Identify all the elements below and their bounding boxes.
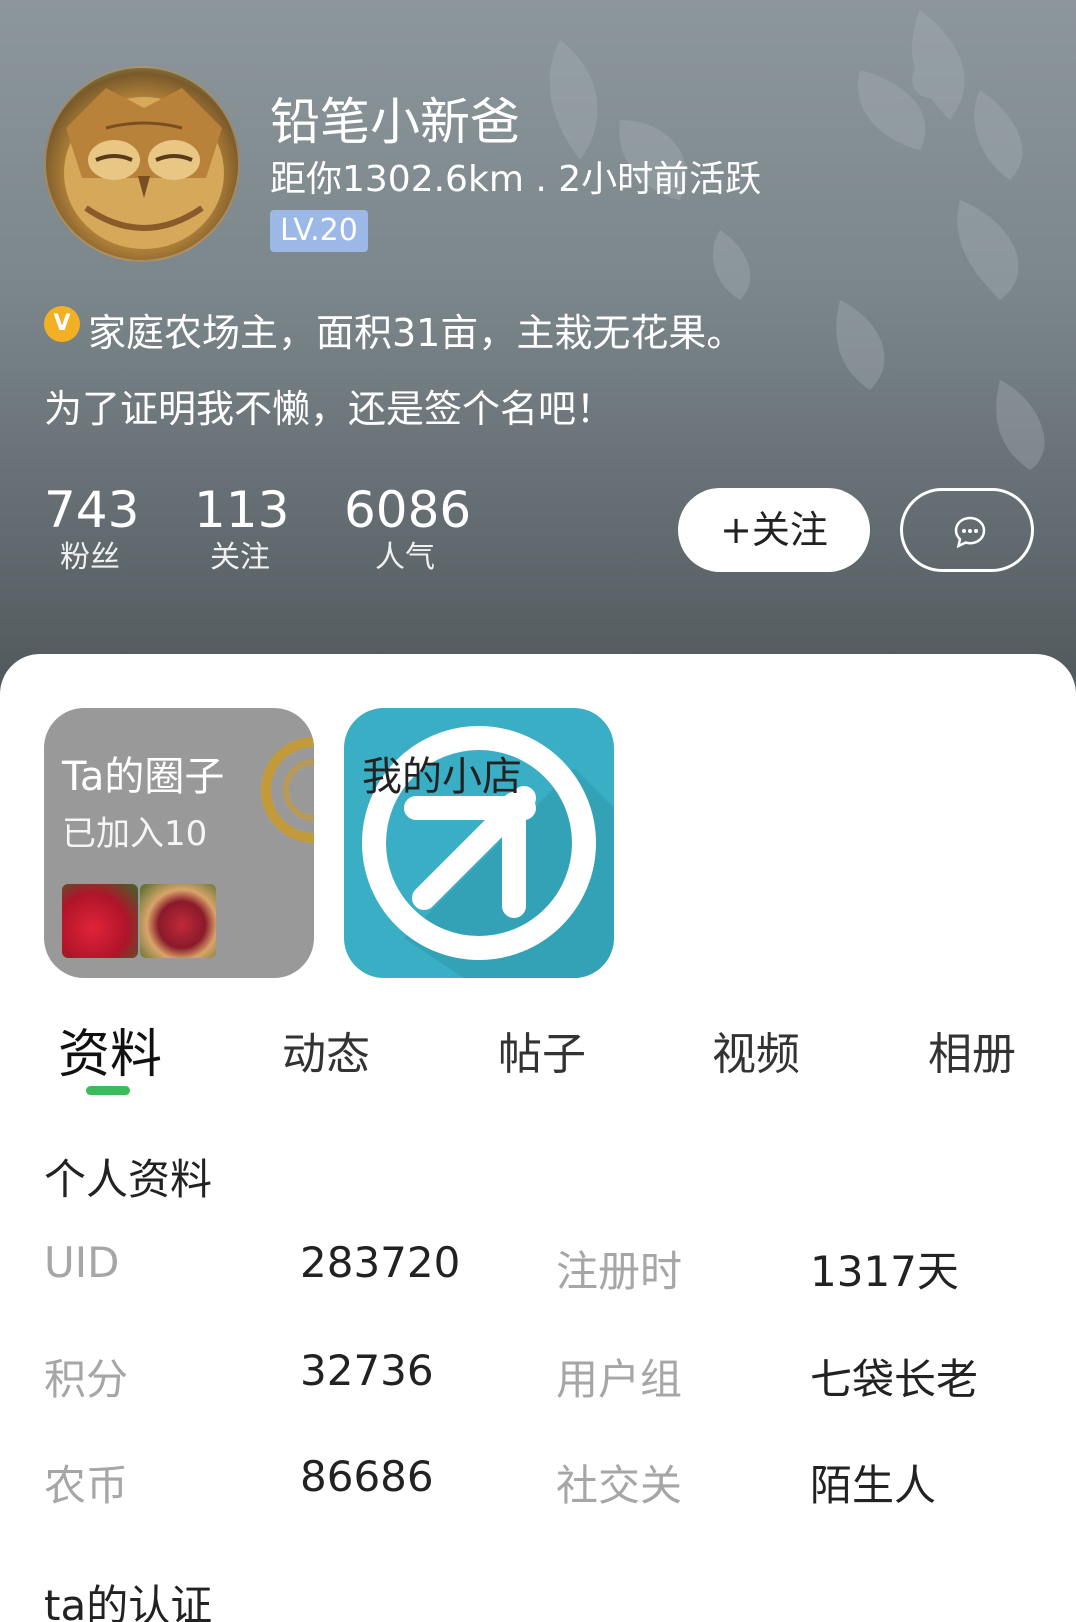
- personal-info-title: 个人资料: [44, 1155, 213, 1204]
- profile-header: 铅笔小新爸 距你1302.6km . 2小时前活跃 LV.20 V 家庭农场主，…: [0, 0, 1076, 700]
- info-label: 积分: [44, 1355, 129, 1404]
- info-label: 注册时: [556, 1247, 683, 1296]
- level-badge: LV.20: [270, 210, 368, 252]
- certification-section-title: ta的认证: [44, 1581, 213, 1622]
- info-label: 农币: [44, 1461, 129, 1510]
- stat-label: 人气: [375, 540, 435, 575]
- shop-tile[interactable]: 我的小店: [344, 708, 614, 978]
- circle-tile-subtitle: 已加入10: [62, 814, 208, 854]
- info-value: 1317天: [810, 1247, 959, 1296]
- tab-profile[interactable]: 资料: [58, 1012, 162, 1087]
- stat-value: 113: [194, 481, 290, 539]
- distance-activity-text: 距你1302.6km . 2小时前活跃: [270, 159, 762, 200]
- circle-thumbnail[interactable]: [140, 884, 216, 958]
- tab-videos[interactable]: 视频: [712, 1018, 800, 1082]
- tab-album[interactable]: 相册: [928, 1018, 1016, 1082]
- stat-value: 743: [44, 481, 140, 539]
- profile-tabs: 资料 动态 帖子 视频 相册: [0, 1012, 1076, 1102]
- owl-avatar-image: [64, 88, 224, 249]
- stat-following[interactable]: 113 关注: [194, 481, 290, 578]
- verified-icon: V: [44, 306, 80, 342]
- info-value: 283720: [300, 1238, 461, 1287]
- circle-tile[interactable]: Ta的圈子 已加入10: [44, 708, 314, 978]
- follow-button[interactable]: +关注: [678, 488, 870, 572]
- avatar[interactable]: [44, 66, 240, 262]
- circle-thumbnail[interactable]: [62, 884, 138, 958]
- chat-bubble-icon: [954, 516, 986, 549]
- tab-activity[interactable]: 动态: [282, 1018, 370, 1082]
- stat-value: 6086: [344, 481, 472, 539]
- info-value: 86686: [300, 1452, 434, 1501]
- stat-popularity[interactable]: 6086 人气: [344, 481, 472, 578]
- info-value: 32736: [300, 1346, 434, 1395]
- info-value: 七袋长老: [810, 1355, 979, 1404]
- info-label: 社交关: [556, 1461, 683, 1510]
- message-button[interactable]: [900, 488, 1034, 572]
- stat-label: 关注: [210, 540, 270, 575]
- info-label: 用户组: [556, 1355, 683, 1404]
- active-tab-indicator: [86, 1086, 130, 1095]
- stat-fans[interactable]: 743 粉丝: [44, 481, 140, 578]
- signature-text: 为了证明我不懒，还是签个名吧！: [44, 387, 615, 431]
- info-label: UID: [44, 1238, 120, 1287]
- shop-tile-title: 我的小店: [362, 754, 522, 800]
- tab-posts[interactable]: 帖子: [498, 1018, 586, 1082]
- circle-tile-title: Ta的圈子: [62, 754, 225, 800]
- info-value: 陌生人: [810, 1461, 937, 1510]
- circle-ring-icon: [261, 737, 314, 843]
- user-name: 铅笔小新爸: [270, 93, 520, 151]
- stat-label: 粉丝: [60, 540, 120, 575]
- certification-text: 家庭农场主，面积31亩，主栽无花果。: [88, 311, 745, 355]
